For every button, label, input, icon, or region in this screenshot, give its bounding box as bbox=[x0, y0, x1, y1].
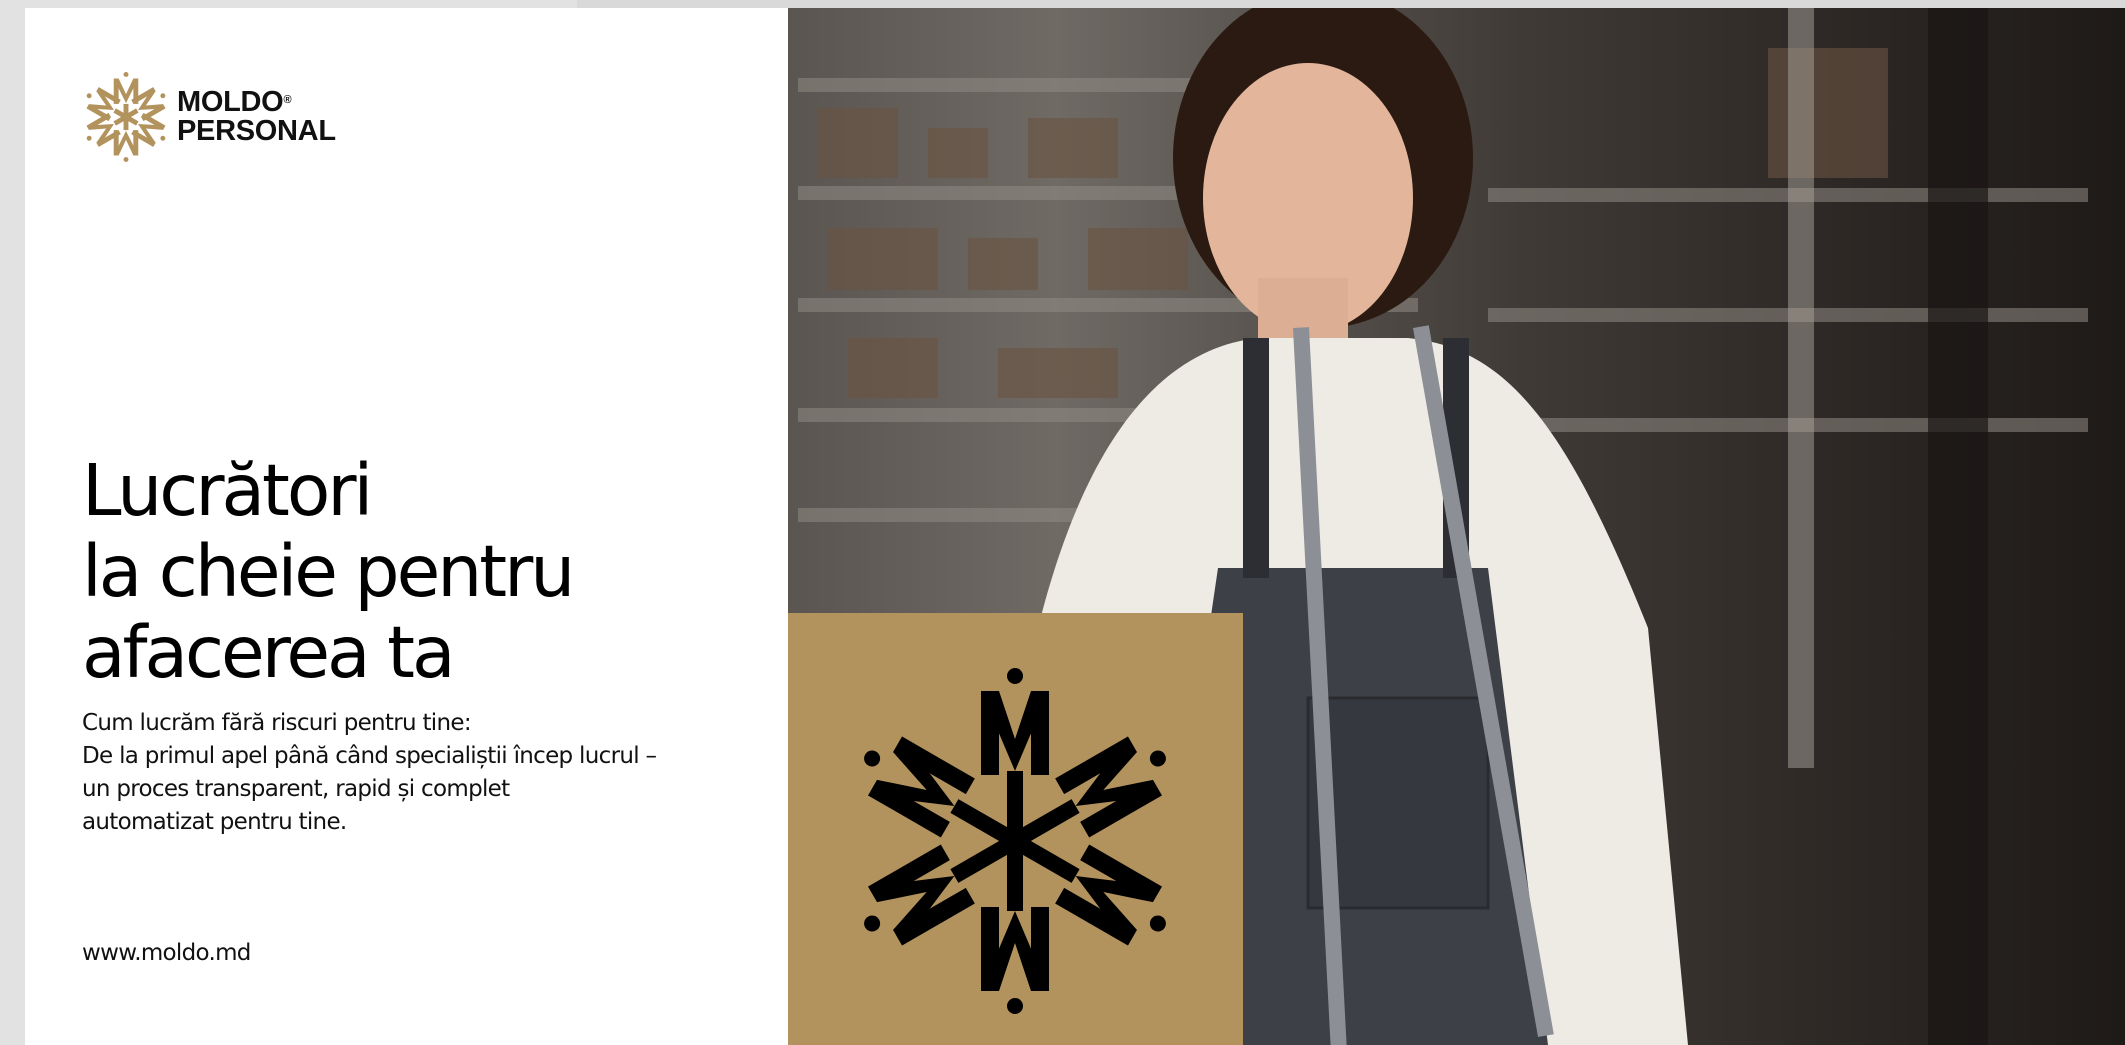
registered-mark: ® bbox=[283, 94, 292, 106]
subtitle-line-1: Cum lucrăm fără riscuri pentru tine: bbox=[82, 710, 472, 736]
brand-wordmark: MOLDO® PERSONAL bbox=[177, 88, 336, 146]
website-link[interactable]: www.moldo.md bbox=[82, 940, 251, 966]
brand-logo: MOLDO® PERSONAL bbox=[81, 72, 336, 162]
headline-line-2: la cheie pentru bbox=[82, 530, 575, 613]
brand-name-line2: PERSONAL bbox=[177, 115, 336, 147]
brand-name-line1: MOLDO bbox=[177, 86, 284, 118]
top-strip bbox=[577, 0, 2125, 8]
subtitle-line-4: automatizat pentru tine. bbox=[82, 809, 347, 835]
subtitle: Cum lucrăm fără riscuri pentru tine: De … bbox=[82, 707, 782, 839]
headline-line-1: Lucrători bbox=[82, 449, 373, 532]
headline: Lucrători la cheie pentru afacerea ta bbox=[82, 450, 772, 693]
snowflake-monogram-emblem bbox=[858, 668, 1172, 1014]
subtitle-line-2: De la primul apel până când specialiștii… bbox=[82, 743, 657, 769]
headline-line-3: afacerea ta bbox=[82, 611, 455, 694]
snowflake-monogram-icon bbox=[81, 72, 171, 162]
subtitle-line-3: un proces transparent, rapid și complet bbox=[82, 776, 510, 802]
